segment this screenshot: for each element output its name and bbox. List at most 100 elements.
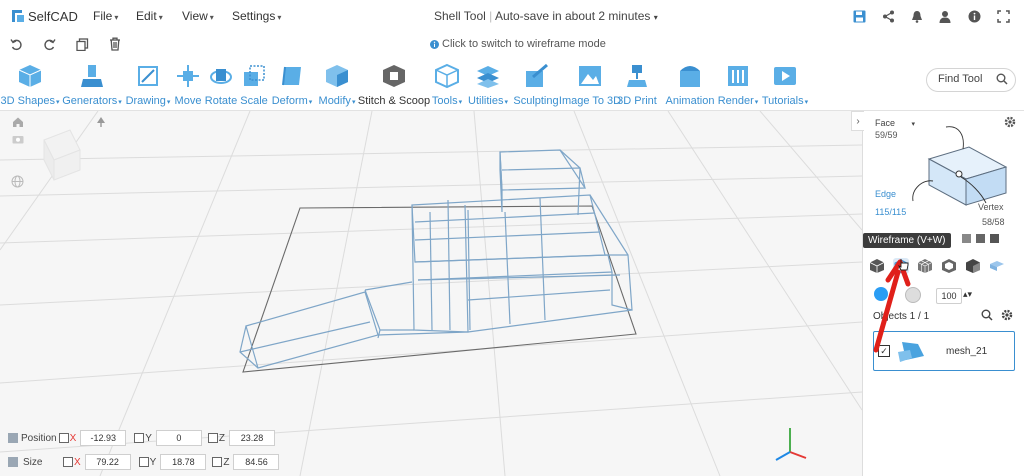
opacity-input[interactable]: 100 bbox=[936, 288, 962, 304]
logo[interactable]: SelfCAD bbox=[10, 7, 78, 25]
animation-icon bbox=[680, 66, 700, 87]
size-z-lock[interactable] bbox=[212, 457, 223, 467]
chevron-right-icon: › bbox=[856, 115, 860, 127]
menu-view[interactable]: View ▾ bbox=[182, 9, 214, 23]
info-icon bbox=[430, 39, 439, 49]
menu-file-label: File bbox=[93, 9, 113, 23]
opacity-stepper-icon[interactable]: ▴▾ bbox=[963, 289, 972, 300]
search-icon bbox=[996, 73, 1008, 85]
vertex-label[interactable]: Vertex bbox=[978, 202, 1004, 212]
menu-view-label: View bbox=[182, 9, 208, 23]
chevron-down-icon: ▾ bbox=[114, 13, 119, 22]
select-icon[interactable] bbox=[962, 234, 971, 243]
position-x-lock[interactable] bbox=[58, 433, 69, 443]
position-row: Position X -12.93 Y 0 Z 23.28 bbox=[8, 430, 276, 446]
find-tool-placeholder: Find Tool bbox=[938, 73, 983, 85]
chevron-down-icon: ▾ bbox=[804, 99, 809, 106]
wireframe-hint[interactable]: Click to switch to wireframe mode bbox=[430, 38, 606, 50]
tool-stitch-scoop-button[interactable]: Stitch & Scoop bbox=[358, 58, 430, 110]
position-y-field[interactable]: 0 bbox=[155, 430, 202, 446]
tool-shapes-label: 3D Shapes▾ bbox=[0, 95, 60, 107]
tool-3d-print-button[interactable]: 3D Print bbox=[611, 58, 663, 110]
mouse-cursor-icon bbox=[897, 258, 910, 275]
size-z-label: Z bbox=[223, 456, 230, 468]
redo-icon[interactable] bbox=[43, 38, 56, 54]
3d-viewport[interactable]: Position X -12.93 Y 0 Z 23.28 Size X 79.… bbox=[0, 111, 862, 476]
tool-tutorials-button[interactable]: Tutorials▾ bbox=[759, 58, 811, 110]
menu-settings[interactable]: Settings ▾ bbox=[232, 9, 281, 23]
tool-modify-button[interactable]: Modify▾ bbox=[311, 58, 363, 110]
xray-view-icon[interactable] bbox=[941, 258, 957, 274]
top-bar: SelfCAD File ▾ Edit ▾ View ▾ Settings ▾ Shel… bbox=[0, 0, 1024, 33]
selection-tool-icons bbox=[962, 234, 999, 243]
size-y-lock[interactable] bbox=[138, 457, 149, 467]
deselect-icon[interactable] bbox=[976, 234, 985, 243]
position-z-field[interactable]: 23.28 bbox=[229, 430, 276, 446]
chevron-down-icon: ▾ bbox=[209, 13, 214, 22]
utilities-icon bbox=[477, 66, 499, 88]
size-y-field[interactable]: 18.78 bbox=[160, 454, 207, 470]
collapse-panel-button[interactable]: › bbox=[851, 111, 864, 131]
tool-modify-label: Modify▾ bbox=[318, 95, 356, 107]
size-x-lock[interactable] bbox=[63, 457, 73, 467]
tool-animation-button[interactable]: Animation bbox=[664, 58, 716, 110]
position-icon bbox=[8, 433, 18, 443]
autosave-status: Auto-save in about 2 minutes bbox=[494, 9, 651, 23]
tool-shapes-button[interactable]: 3D Shapes▾ bbox=[1, 58, 59, 110]
menu-edit[interactable]: Edit ▾ bbox=[136, 9, 163, 23]
transparent-view-icon[interactable] bbox=[989, 258, 1005, 274]
size-icon bbox=[8, 457, 18, 467]
find-tool-search[interactable]: Find Tool bbox=[926, 68, 1016, 92]
shaded-view-icon[interactable] bbox=[965, 258, 981, 274]
modify-icon bbox=[326, 65, 348, 87]
undo-icon[interactable] bbox=[10, 38, 23, 54]
tool-image-to-3d-button[interactable]: Image To 3D bbox=[559, 58, 621, 110]
project-title[interactable]: Shell Tool | Auto-save in about 2 minute… bbox=[434, 9, 658, 23]
size-z-field[interactable]: 84.56 bbox=[233, 454, 280, 470]
size-x-field[interactable]: 79.22 bbox=[84, 454, 131, 470]
tool-stitch-scoop-label: Stitch & Scoop bbox=[357, 95, 431, 107]
app-name: SelfCAD bbox=[28, 8, 78, 24]
objects-settings-gear-icon[interactable] bbox=[1001, 309, 1013, 324]
copy-icon[interactable] bbox=[76, 38, 89, 54]
position-z-lock[interactable] bbox=[207, 433, 218, 443]
trash-icon[interactable] bbox=[109, 37, 121, 54]
sculpting-icon bbox=[526, 63, 548, 87]
scale-icon bbox=[244, 65, 265, 86]
menu-file[interactable]: File ▾ bbox=[93, 9, 118, 23]
scene-canvas[interactable] bbox=[0, 111, 862, 476]
tool-3d-print-label: 3D Print bbox=[617, 95, 657, 107]
tool-deform-label: Deform▾ bbox=[271, 95, 313, 107]
stitch-scoop-icon bbox=[383, 65, 405, 87]
tool-utilities-button[interactable]: Utilities▾ bbox=[462, 58, 514, 110]
position-x-field[interactable]: -12.93 bbox=[80, 430, 127, 446]
fullscreen-icon[interactable] bbox=[995, 8, 1011, 24]
globe-icon[interactable] bbox=[11, 175, 24, 191]
invert-selection-icon[interactable] bbox=[990, 234, 999, 243]
size-row: Size X 79.22 Y 18.78 Z 84.56 bbox=[8, 454, 280, 470]
tool-sculpting-button[interactable]: Sculpting bbox=[510, 58, 562, 110]
home-view-icon[interactable] bbox=[12, 116, 24, 131]
share-icon[interactable] bbox=[880, 8, 896, 24]
tool-generators-button[interactable]: Generators▾ bbox=[62, 58, 122, 110]
wireframe-hint-text: Click to switch to wireframe mode bbox=[442, 38, 606, 50]
tool-render-button[interactable]: Render▾ bbox=[712, 58, 764, 110]
user-icon[interactable] bbox=[937, 8, 953, 24]
view-cube[interactable] bbox=[43, 129, 81, 181]
light-icon[interactable] bbox=[95, 116, 107, 131]
camera-icon[interactable] bbox=[12, 134, 24, 147]
generators-icon bbox=[81, 65, 103, 87]
search-icon[interactable] bbox=[981, 309, 993, 324]
3d-print-icon bbox=[627, 65, 647, 87]
panel-settings-gear-icon[interactable] bbox=[1004, 116, 1016, 131]
tool-tutorials-label: Tutorials▾ bbox=[761, 95, 809, 107]
chevron-down-icon: ▾ bbox=[351, 99, 356, 106]
size-label: Size bbox=[23, 456, 43, 468]
mesh-view-icon[interactable] bbox=[917, 258, 933, 274]
render-icon bbox=[728, 66, 748, 86]
info-icon[interactable] bbox=[966, 8, 982, 24]
position-y-lock[interactable] bbox=[134, 433, 145, 443]
save-icon[interactable] bbox=[851, 8, 867, 24]
edge-label[interactable]: Edge bbox=[875, 189, 896, 199]
bell-icon[interactable] bbox=[909, 8, 925, 24]
